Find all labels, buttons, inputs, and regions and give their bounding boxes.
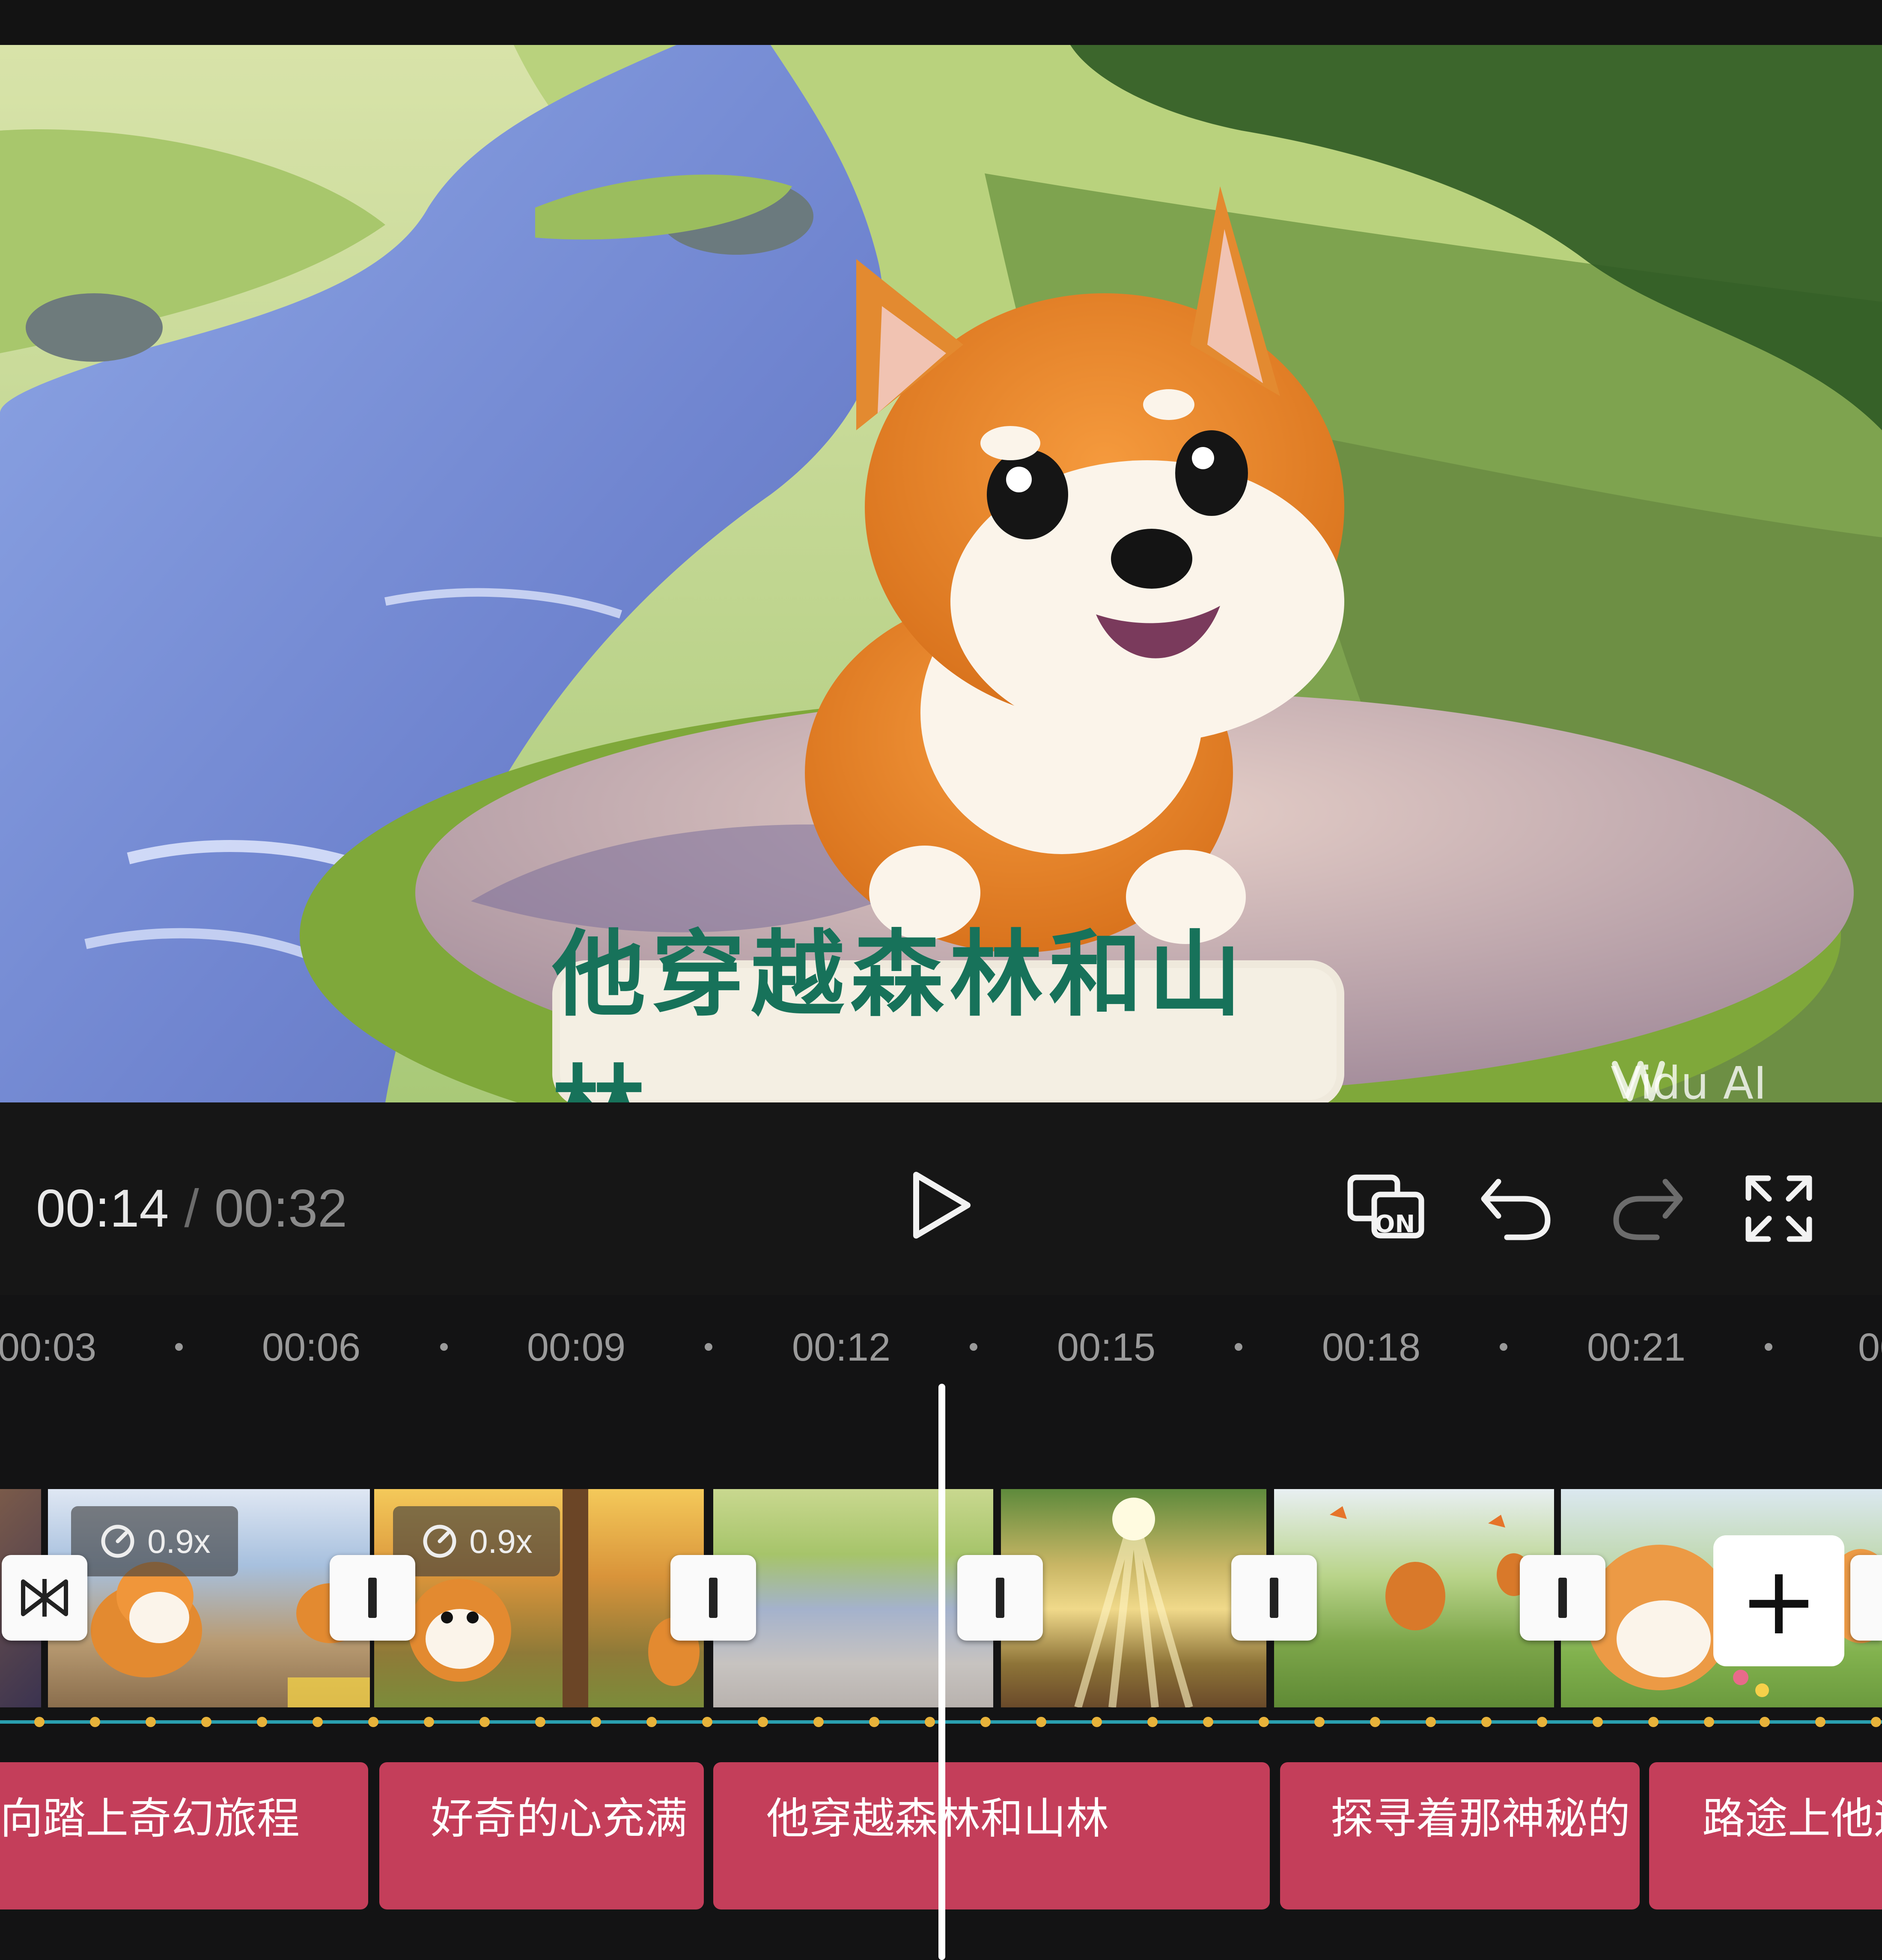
vidu-logo-icon — [1612, 1061, 1665, 1101]
ruler-dot — [1765, 1343, 1772, 1351]
redo-icon[interactable] — [1610, 1173, 1687, 1242]
ruler-tick: 00:09 — [527, 1326, 626, 1369]
transition-button[interactable] — [2, 1555, 87, 1641]
caption-clip[interactable]: 好奇的心充满 — [379, 1762, 704, 1909]
transition-button[interactable] — [330, 1555, 415, 1641]
undo-icon[interactable] — [1477, 1173, 1554, 1242]
beat-marker — [1481, 1717, 1492, 1727]
beat-marker — [1259, 1717, 1269, 1727]
transition-bowtie-icon — [21, 1579, 68, 1617]
beat-marker — [424, 1717, 434, 1727]
beat-marker — [479, 1717, 490, 1727]
beat-marker — [646, 1717, 657, 1727]
beat-marker — [535, 1717, 545, 1727]
speed-badge: 0.9x — [71, 1506, 238, 1576]
transition-marker-icon — [996, 1578, 1004, 1618]
speed-label: 0.9x — [469, 1522, 533, 1560]
ruler-tick: 00:15 — [1057, 1326, 1156, 1369]
transition-button[interactable] — [1520, 1555, 1605, 1641]
fullscreen-icon[interactable] — [1742, 1172, 1815, 1245]
speed-label: 0.9x — [147, 1522, 211, 1560]
transition-marker-icon — [1558, 1578, 1567, 1618]
beat-marker — [313, 1717, 323, 1727]
caption-clip[interactable]: 探寻着那神秘的 — [1280, 1762, 1640, 1909]
beat-marker — [1871, 1717, 1881, 1727]
beat-marker — [257, 1717, 267, 1727]
transition-button[interactable] — [670, 1555, 756, 1641]
beat-marker — [34, 1717, 45, 1727]
svg-text:ON: ON — [1375, 1210, 1415, 1238]
beat-marker — [1036, 1717, 1046, 1727]
video-preview[interactable]: 他穿越森林和山林 Vidu AI — [0, 45, 1882, 1102]
ruler-tick: 00:03 — [0, 1326, 97, 1369]
beat-marker — [1760, 1717, 1770, 1727]
beat-marker — [758, 1717, 768, 1727]
transition-button[interactable] — [1850, 1555, 1882, 1641]
beat-marker — [1537, 1717, 1547, 1727]
beat-marker — [1314, 1717, 1325, 1727]
beat-marker — [146, 1717, 156, 1727]
beat-marker — [1815, 1717, 1825, 1727]
caption-clip[interactable]: 向踏上奇幻旅程 — [0, 1762, 368, 1909]
time-display: 00:14 / 00:32 — [36, 1178, 347, 1239]
ruler-dot — [440, 1343, 448, 1351]
beat-marker — [201, 1717, 211, 1727]
speed-gauge-icon — [423, 1525, 456, 1558]
transition-marker-icon — [709, 1578, 718, 1618]
caption-text: 好奇的心充满 — [431, 1793, 688, 1844]
caption-clip[interactable]: 他穿越森林和山林 — [713, 1762, 1270, 1909]
video-clip[interactable]: 0.9x — [374, 1489, 704, 1707]
caption-clip[interactable]: 路途上他遇 — [1649, 1762, 1882, 1909]
caption-text: 路途上他遇 — [1702, 1793, 1882, 1844]
beat-marker — [1593, 1717, 1603, 1727]
add-clip-button[interactable]: + — [1713, 1535, 1844, 1666]
current-time: 00:14 — [36, 1179, 169, 1238]
beat-marker — [1092, 1717, 1102, 1727]
beat-marker — [702, 1717, 712, 1727]
transition-button[interactable] — [957, 1555, 1043, 1641]
beat-marker — [1370, 1717, 1380, 1727]
transition-marker-icon — [368, 1578, 377, 1618]
status-bar — [0, 0, 1882, 45]
ruler-tick: 00 — [1858, 1326, 1882, 1369]
beat-marker — [591, 1717, 601, 1727]
ruler-tick: 00:18 — [1322, 1326, 1421, 1369]
total-time: 00:32 — [214, 1179, 348, 1238]
play-icon[interactable] — [908, 1169, 976, 1242]
ruler-dot — [1500, 1343, 1507, 1351]
beat-marker — [1648, 1717, 1659, 1727]
time-separator: / — [184, 1179, 199, 1238]
beat-marker — [925, 1717, 935, 1727]
speed-badge: 0.9x — [393, 1506, 560, 1576]
video-clip[interactable]: 0.9x — [48, 1489, 370, 1707]
beat-marker — [813, 1717, 824, 1727]
caption-text: 向踏上奇幻旅程 — [0, 1793, 300, 1844]
caption-text: 他穿越森林和山林 — [766, 1793, 1109, 1844]
ruler-tick: 00:21 — [1587, 1326, 1686, 1369]
ruler-tick: 00:06 — [262, 1326, 361, 1369]
speed-gauge-icon — [101, 1525, 134, 1558]
ruler-dot — [175, 1343, 183, 1351]
caption-text: 探寻着那神秘的 — [1331, 1793, 1630, 1844]
ruler-dot — [1235, 1343, 1242, 1351]
ruler-tick: 00:12 — [792, 1326, 891, 1369]
beat-marker — [980, 1717, 991, 1727]
beat-marker — [869, 1717, 879, 1727]
video-subtitle: 他穿越森林和山林 — [552, 921, 1344, 1102]
beat-marker — [1203, 1717, 1213, 1727]
vidu-watermark: Vidu AI — [1611, 1055, 1767, 1102]
transition-button[interactable] — [1231, 1555, 1317, 1641]
sync-on-icon[interactable]: ON — [1344, 1172, 1430, 1245]
transition-marker-icon — [1270, 1578, 1278, 1618]
beat-marker — [90, 1717, 100, 1727]
ruler-dot — [705, 1343, 712, 1351]
beat-marker — [368, 1717, 378, 1727]
beat-marker — [1426, 1717, 1436, 1727]
time-ruler[interactable]: 00:03 00:06 00:09 00:12 00:15 00:18 00:2… — [0, 1325, 1882, 1372]
playhead[interactable] — [938, 1384, 945, 1960]
ruler-dot — [970, 1343, 977, 1351]
beat-marker — [1147, 1717, 1158, 1727]
beat-marker — [1704, 1717, 1714, 1727]
